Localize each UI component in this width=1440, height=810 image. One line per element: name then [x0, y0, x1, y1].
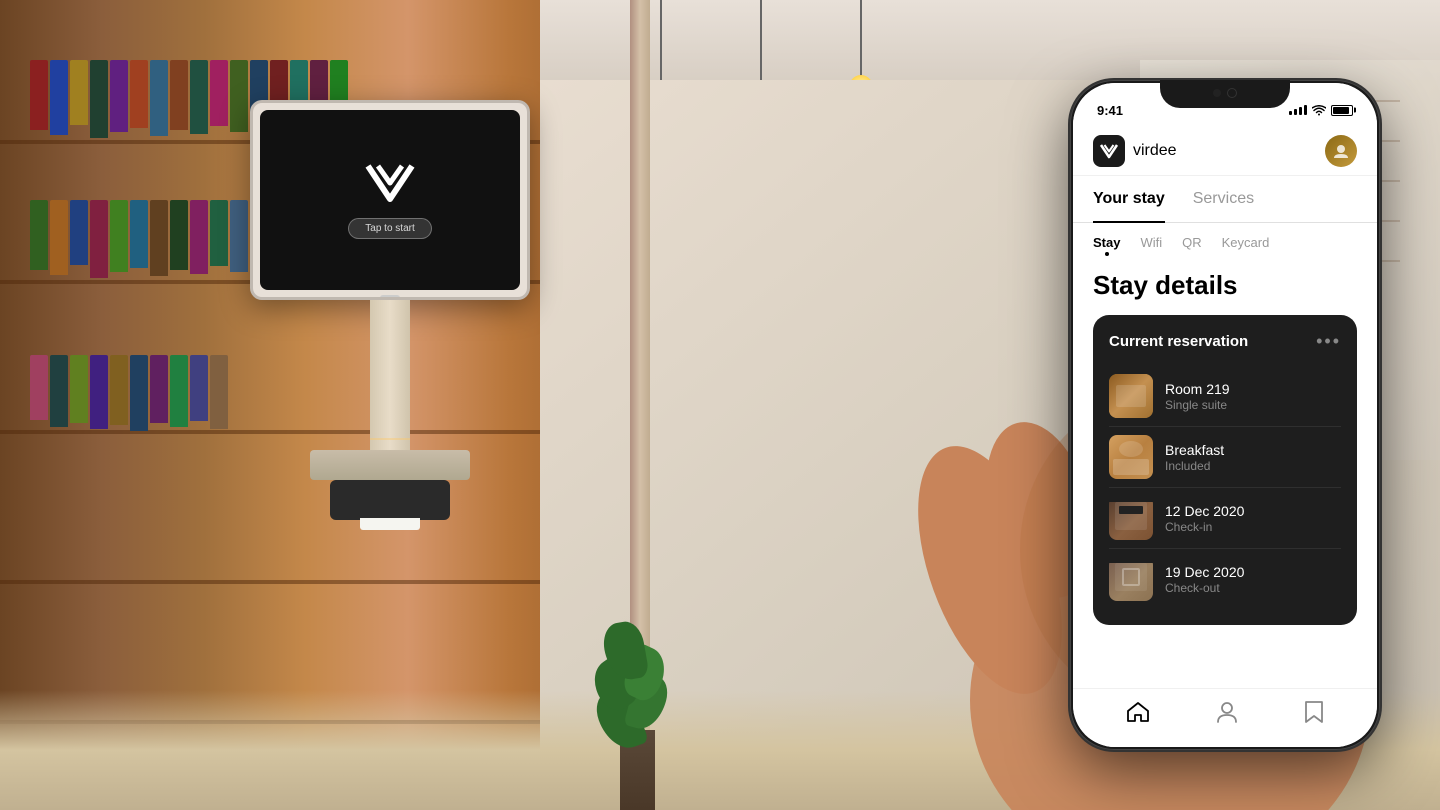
kiosk: Tap to start	[250, 100, 530, 520]
wifi-icon	[1312, 105, 1326, 116]
app-header: virdee	[1073, 127, 1377, 176]
kiosk-stand	[370, 300, 410, 480]
phone-content: 9:41	[1073, 83, 1377, 747]
avatar-icon	[1333, 143, 1349, 159]
virdee-v-logo	[1099, 143, 1119, 159]
home-icon	[1127, 702, 1149, 722]
checkout-thumbnail	[1109, 557, 1153, 601]
subtab-keycard[interactable]: Keycard	[1222, 235, 1270, 254]
kiosk-printer	[330, 480, 450, 520]
plant-decoration	[580, 610, 700, 810]
breakfast-info: Breakfast Included	[1165, 442, 1341, 473]
phone-frame: 9:41	[1070, 80, 1380, 750]
nav-profile[interactable]	[1217, 701, 1237, 723]
virdee-app-icon	[1093, 135, 1125, 167]
nav-tabs: Your stay Services	[1073, 176, 1377, 223]
reservation-item-room: Room 219 Single suite	[1109, 366, 1341, 427]
bookmark-icon	[1305, 701, 1323, 723]
bottom-nav	[1073, 688, 1377, 747]
nav-saved[interactable]	[1305, 701, 1323, 723]
person-icon	[1217, 701, 1237, 723]
checkout-info: 19 Dec 2020 Check-out	[1165, 564, 1341, 595]
checkin-thumbnail	[1109, 496, 1153, 540]
kiosk-screen-frame: Tap to start	[250, 100, 530, 300]
breakfast-sub: Included	[1165, 459, 1341, 473]
room-thumbnail	[1109, 374, 1153, 418]
tab-services[interactable]: Services	[1193, 176, 1254, 222]
subtab-wifi[interactable]: Wifi	[1140, 235, 1162, 254]
breakfast-thumbnail	[1109, 435, 1153, 479]
subtab-qr[interactable]: QR	[1182, 235, 1202, 254]
checkout-date: 19 Dec 2020	[1165, 564, 1341, 580]
battery-icon	[1331, 105, 1353, 116]
phone-notch	[1160, 80, 1290, 108]
room-info: Room 219 Single suite	[1165, 381, 1341, 412]
kiosk-tap-to-start[interactable]: Tap to start	[348, 218, 431, 239]
checkin-date: 12 Dec 2020	[1165, 503, 1341, 519]
tab-your-stay[interactable]: Your stay	[1093, 176, 1165, 222]
hand-phone-container: 9:41	[790, 50, 1440, 810]
checkin-info: 12 Dec 2020 Check-in	[1165, 503, 1341, 534]
room-name: Room 219	[1165, 381, 1341, 397]
room-sub: Single suite	[1165, 398, 1341, 412]
sub-tabs: Stay Wifi QR Keycard	[1073, 223, 1377, 262]
reservation-card: Current reservation •••	[1093, 315, 1357, 625]
subtab-stay[interactable]: Stay	[1093, 235, 1120, 254]
checkin-label: Check-in	[1165, 520, 1341, 534]
books-row-3	[30, 355, 228, 435]
stay-details-title: Stay details	[1093, 270, 1357, 301]
reservation-item-breakfast: Breakfast Included	[1109, 427, 1341, 488]
status-time: 9:41	[1097, 103, 1123, 118]
reservation-item-checkout: 19 Dec 2020 Check-out	[1109, 549, 1341, 609]
background-scene: Tap to start	[0, 0, 1440, 810]
more-options-icon[interactable]: •••	[1316, 331, 1341, 352]
reservation-header: Current reservation •••	[1109, 331, 1341, 352]
app-logo-area: virdee	[1093, 135, 1177, 167]
status-icons	[1289, 105, 1353, 116]
breakfast-name: Breakfast	[1165, 442, 1341, 458]
reservation-item-checkin: 12 Dec 2020 Check-in	[1109, 488, 1341, 549]
reservation-title: Current reservation	[1109, 333, 1248, 350]
kiosk-logo	[360, 161, 420, 206]
avatar[interactable]	[1325, 135, 1357, 167]
nav-home[interactable]	[1127, 702, 1149, 722]
signal-icon	[1289, 105, 1307, 115]
books-row-2	[30, 200, 248, 280]
phone-screen: 9:41	[1073, 83, 1377, 747]
kiosk-screen: Tap to start	[260, 110, 520, 290]
app-name: virdee	[1133, 142, 1177, 160]
content-area: Stay details Current reservation •••	[1073, 262, 1377, 688]
checkout-label: Check-out	[1165, 581, 1341, 595]
